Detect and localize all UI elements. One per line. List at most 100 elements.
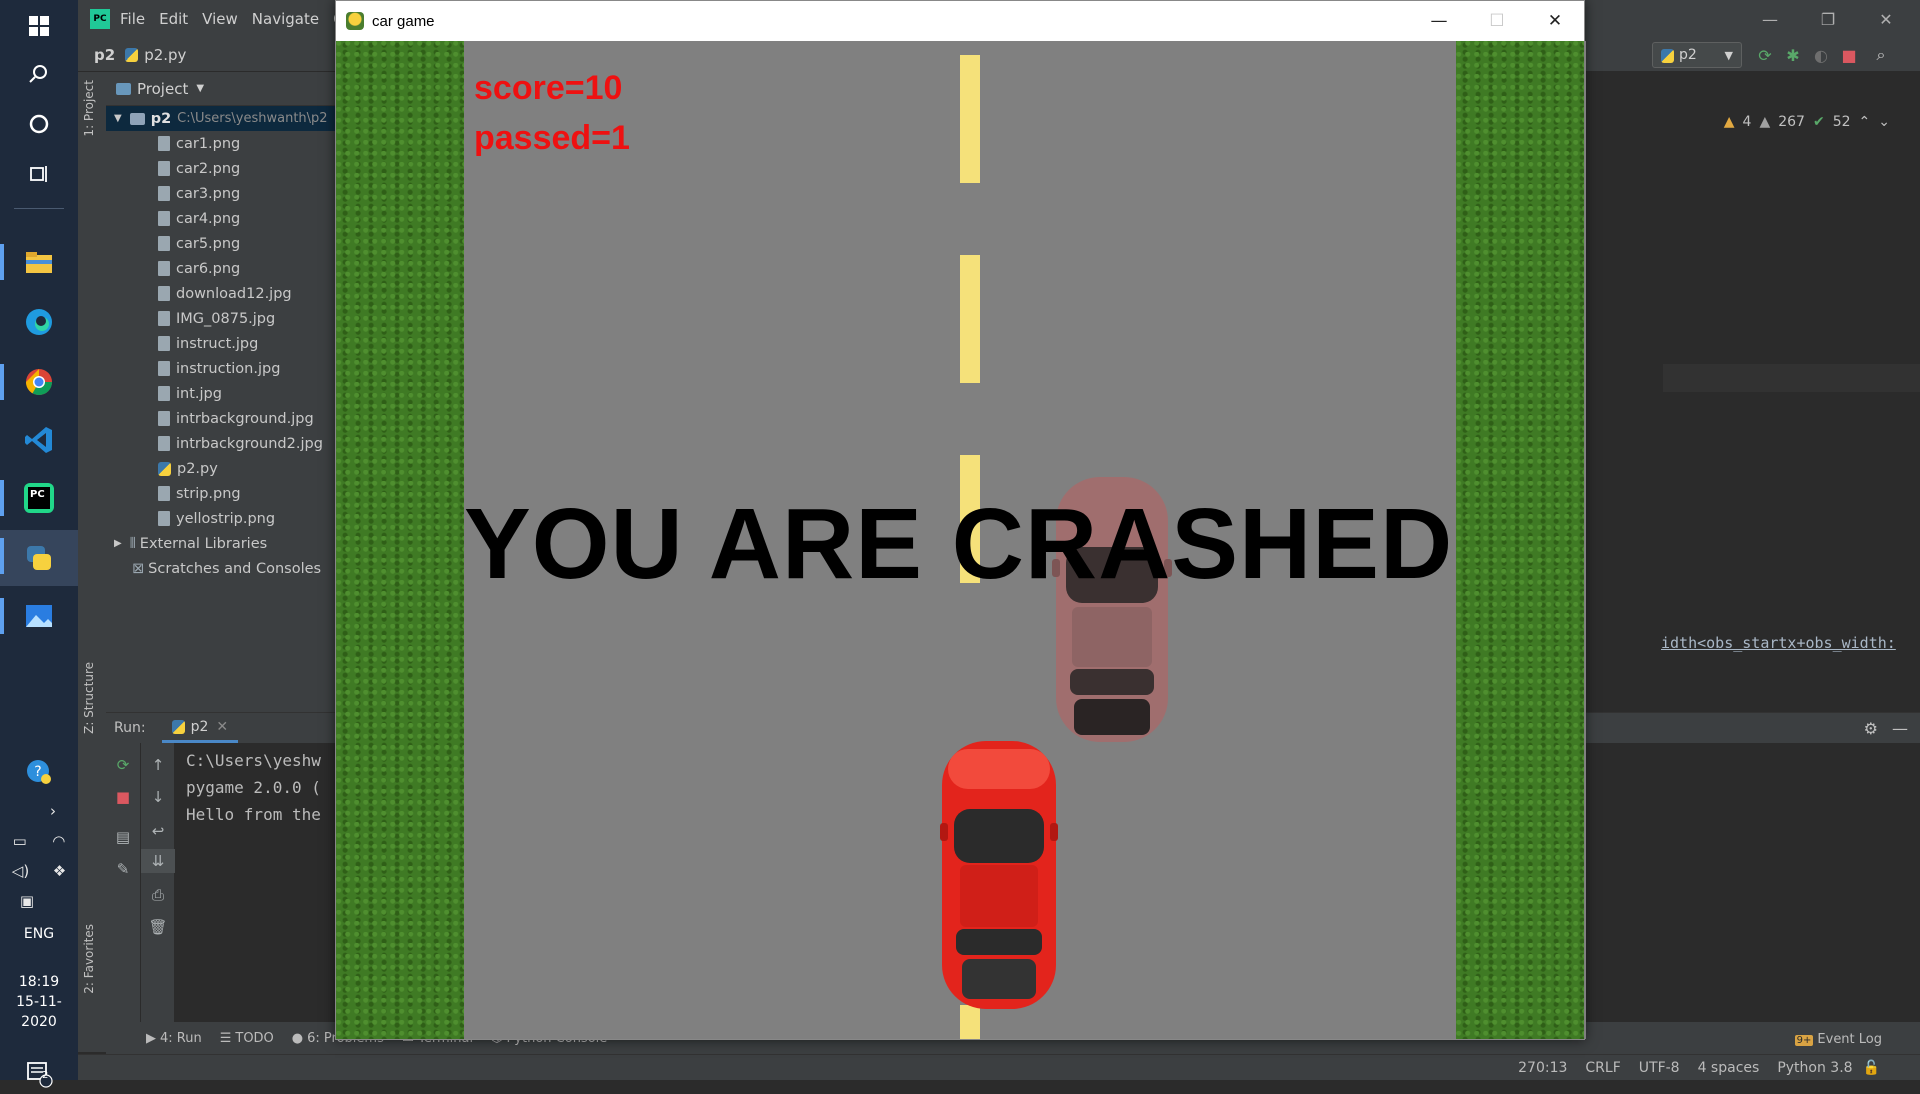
maximize-icon[interactable]: ☐ — [1468, 1, 1526, 41]
tree-file-item[interactable]: int.jpg — [106, 381, 336, 406]
menu-navigate[interactable]: Navigate — [252, 10, 319, 28]
volume-icon[interactable]: ◁) — [12, 862, 29, 880]
tree-file-item[interactable]: instruct.jpg — [106, 331, 336, 356]
tree-file-item[interactable]: instruction.jpg — [106, 356, 336, 381]
arrow-down-icon[interactable]: ↓ — [141, 785, 175, 809]
tree-file-item[interactable]: car4.png — [106, 206, 336, 231]
tree-external-libraries[interactable]: ▶ ⫴ External Libraries — [106, 531, 336, 556]
tree-file-item[interactable]: strip.png — [106, 481, 336, 506]
hide-icon[interactable]: — — [1892, 719, 1908, 738]
battery-icon[interactable]: ▭ — [13, 832, 27, 850]
close-icon[interactable]: ✕ — [1526, 1, 1584, 41]
cortana-icon[interactable] — [0, 98, 78, 150]
debug-icon[interactable]: ✱ — [1782, 44, 1804, 66]
tree-file-item[interactable]: car5.png — [106, 231, 336, 256]
tab-favorites[interactable]: 2: Favorites — [82, 924, 96, 994]
tree-file-item[interactable]: car1.png — [106, 131, 336, 156]
svg-text:?: ? — [34, 764, 41, 780]
inspection-widget[interactable]: ▲ 4 ▲ 267 ✔ 52 ⌃ ⌄ — [1724, 114, 1890, 130]
language-indicator[interactable]: ENG — [0, 916, 78, 952]
menu-edit[interactable]: Edit — [159, 10, 188, 28]
chrome-icon[interactable] — [0, 356, 78, 408]
close-icon[interactable]: ✕ — [1858, 0, 1914, 38]
python-interpreter[interactable]: Python 3.8 — [1777, 1060, 1852, 1076]
scroll-to-end-icon[interactable]: ⇊ — [141, 849, 175, 873]
rerun-icon[interactable]: ⟳ — [106, 753, 140, 777]
tree-file-item[interactable]: car2.png — [106, 156, 336, 181]
line-separator[interactable]: CRLF — [1585, 1060, 1620, 1076]
event-log-button[interactable]: 9+ Event Log — [1794, 1032, 1882, 1047]
print-icon[interactable]: ⎙ — [141, 883, 175, 907]
minimize-icon[interactable]: — — [1742, 0, 1798, 38]
menu-file[interactable]: File — [120, 10, 145, 28]
console-output[interactable]: C:\Users\yeshw pygame 2.0.0 ( Hello from… — [186, 743, 321, 828]
tree-file-item[interactable]: IMG_0875.jpg — [106, 306, 336, 331]
python-icon[interactable] — [0, 530, 78, 586]
tab-structure[interactable]: Z: Structure — [82, 662, 96, 734]
layout-icon[interactable]: ▤ — [106, 825, 140, 849]
windows-start-icon[interactable] — [0, 0, 78, 52]
file-explorer-icon[interactable] — [0, 236, 78, 288]
pin-icon[interactable]: ✎ — [106, 857, 140, 881]
vscode-icon[interactable] — [0, 414, 78, 466]
soft-wrap-icon[interactable]: ↩ — [141, 819, 175, 843]
tab-project[interactable]: 1: Project — [82, 80, 96, 137]
tree-file-item[interactable]: p2.py — [106, 456, 336, 481]
tab-run[interactable]: ▶ 4: Run — [146, 1031, 202, 1046]
breadcrumb-project[interactable]: p2 — [94, 46, 115, 64]
minimize-icon[interactable]: — — [1410, 1, 1468, 41]
search-everywhere-icon[interactable]: ⌕ — [1870, 44, 1892, 66]
dropbox-icon[interactable]: ❖ — [53, 862, 66, 880]
gear-icon[interactable]: ⚙ — [1864, 719, 1878, 738]
clock-date[interactable]: 15-11-2020 — [0, 992, 78, 1032]
help-icon[interactable]: ? — [0, 748, 78, 796]
breadcrumb-file[interactable]: p2.py — [125, 46, 186, 64]
game-titlebar[interactable]: car game — ☐ ✕ — [336, 1, 1584, 41]
tab-todo[interactable]: ☰ TODO — [220, 1031, 274, 1046]
rerun-icon[interactable]: ⟳ — [1754, 44, 1776, 66]
clock-time[interactable]: 18:19 — [0, 972, 78, 992]
tree-file-item[interactable]: yellostrip.png — [106, 506, 336, 531]
indent-setting[interactable]: 4 spaces — [1698, 1060, 1760, 1076]
tree-file-item[interactable]: intrbackground.jpg — [106, 406, 336, 431]
tree-root-p2[interactable]: ▼ p2 C:\Users\yeshwanth\p2 — [106, 106, 336, 131]
caret-position[interactable]: 270:13 — [1518, 1060, 1567, 1076]
left-tool-strip: 1: Project Z: Structure 2: Favorites — [78, 72, 106, 1052]
pycharm-icon[interactable]: PC — [0, 472, 78, 524]
tree-file-item[interactable]: intrbackground2.jpg — [106, 431, 336, 456]
edge-icon[interactable] — [0, 296, 78, 348]
coverage-icon[interactable]: ◐ — [1810, 44, 1832, 66]
tree-file-label: car1.png — [176, 135, 241, 152]
wifi-icon[interactable]: ◠ — [52, 832, 65, 850]
screen-icon[interactable]: ▣ — [20, 892, 34, 910]
chevron-down-icon[interactable]: ⌄ — [1878, 114, 1890, 130]
stop-icon[interactable]: ■ — [1838, 44, 1860, 66]
lock-icon[interactable]: 🔓 — [1863, 1060, 1880, 1076]
stop-icon[interactable]: ■ — [106, 785, 140, 809]
restore-icon[interactable]: ❐ — [1800, 0, 1856, 38]
chevron-right-icon[interactable]: › — [50, 802, 56, 820]
game-canvas[interactable]: score=10 passed=1 YOU ARE CRASHED — [336, 41, 1586, 1039]
run-toolbar-primary: ⟳ ■ ▤ ✎ — [106, 743, 140, 1023]
task-view-icon[interactable] — [0, 148, 78, 200]
left-grass — [336, 41, 464, 1039]
score-text: score=10 — [474, 69, 623, 107]
tree-file-item[interactable]: car3.png — [106, 181, 336, 206]
file-encoding[interactable]: UTF-8 — [1639, 1060, 1680, 1076]
arrow-up-icon[interactable]: ↑ — [141, 753, 175, 777]
run-configuration-select[interactable]: p2 ▼ — [1652, 42, 1742, 68]
code-fragment[interactable]: idth<obs_startx+obs_width: — [1661, 634, 1896, 652]
search-icon[interactable] — [0, 48, 78, 100]
tree-scratches[interactable]: ⊠ Scratches and Consoles — [106, 556, 336, 581]
run-tab-p2[interactable]: p2 ✕ — [161, 713, 239, 743]
tray-expand[interactable]: › — [0, 796, 78, 826]
notification-icon[interactable]: 2 — [0, 1054, 78, 1094]
project-header[interactable]: Project ▼ — [106, 72, 336, 106]
tree-file-item[interactable]: download12.jpg — [106, 281, 336, 306]
trash-icon[interactable]: 🗑 — [141, 915, 175, 939]
menu-view[interactable]: View — [202, 10, 238, 28]
close-tab-icon[interactable]: ✕ — [216, 719, 228, 735]
chevron-up-icon[interactable]: ⌃ — [1859, 114, 1871, 130]
tree-file-item[interactable]: car6.png — [106, 256, 336, 281]
photos-icon[interactable] — [0, 590, 78, 642]
